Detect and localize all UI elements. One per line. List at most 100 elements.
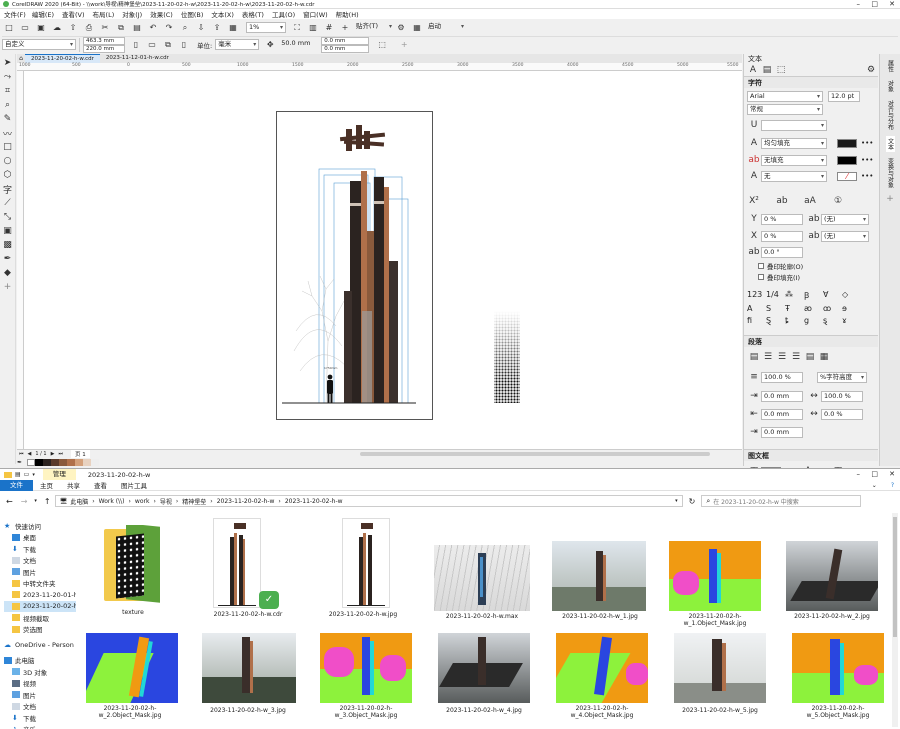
frame-section-header[interactable]: 图文框 xyxy=(744,449,878,461)
ribbon-tab-picture-tools[interactable]: 图片工具 xyxy=(114,480,154,490)
fill-color-swatch[interactable] xyxy=(837,139,857,148)
crumb[interactable]: 2023-11-20-02-h-w xyxy=(217,498,275,505)
file-tile[interactable]: 2023-11-20-02-h-w_3.jpg xyxy=(198,633,298,729)
file-tile[interactable]: 2023-11-20-02-h-w_5.Object_Mask.jpg xyxy=(788,633,888,729)
frame-icon[interactable]: ⬚ xyxy=(375,38,389,52)
interactive-fill-icon[interactable]: ◆ xyxy=(1,266,15,280)
char-angle-field[interactable]: 0.0 ° xyxy=(761,247,803,258)
opentype-ss-icon[interactable]: ȿ xyxy=(823,316,842,325)
offset-unit-select-2[interactable]: (无) xyxy=(821,231,869,242)
units-select[interactable]: 毫米 xyxy=(215,39,259,50)
menu-file[interactable]: 文件(F) xyxy=(4,9,26,19)
side-tab-objects[interactable]: 对象 xyxy=(886,78,895,94)
rulers-icon[interactable]: ▥ xyxy=(306,21,320,35)
nav-pc-pictures[interactable]: 图片 xyxy=(4,689,76,701)
opentype-cap-icon[interactable]: Ȿ xyxy=(766,316,785,325)
menu-effects[interactable]: 效果(C) xyxy=(150,9,173,19)
minimize-icon[interactable]: – xyxy=(857,0,861,8)
crumb[interactable]: work xyxy=(135,498,150,505)
add-tool-icon[interactable]: + xyxy=(1,280,15,294)
swatch[interactable] xyxy=(43,459,51,466)
nav-pc-downloads[interactable]: ⬇下载 xyxy=(4,712,76,724)
ribbon-tab-file[interactable]: 文件 xyxy=(0,480,33,491)
polygon-tool-icon[interactable]: ⬡ xyxy=(1,168,15,182)
zoom-select[interactable]: 1% xyxy=(246,22,286,33)
menu-layout[interactable]: 布局(L) xyxy=(93,9,115,19)
number-icon[interactable]: ① xyxy=(831,194,845,208)
connector-tool-icon[interactable]: ⤡ xyxy=(1,210,15,224)
align-force-icon[interactable]: ▦ xyxy=(817,350,831,364)
paragraph-section-header[interactable]: 段落 xyxy=(744,335,878,347)
align-justify-icon[interactable]: ▤ xyxy=(803,350,817,364)
side-tab-text[interactable]: 文本 xyxy=(886,136,895,152)
crop-tool-icon[interactable]: ⌗ xyxy=(1,84,15,98)
parallel-dimension-icon[interactable]: ⟋ xyxy=(1,196,15,210)
outline-color-swatch[interactable]: ⁄ xyxy=(837,172,857,181)
eyedropper-palette-icon[interactable]: ✒ xyxy=(17,459,27,466)
ribbon-tab-share[interactable]: 共享 xyxy=(60,480,87,490)
fullscreen-icon[interactable]: ⛶ xyxy=(290,21,304,35)
page-tab[interactable]: 页 1 xyxy=(71,450,90,458)
font-size-field[interactable]: 12.0 pt xyxy=(828,91,860,102)
file-tile[interactable]: 2023-11-20-02-h-w_5.jpg xyxy=(670,633,770,729)
back-icon[interactable]: ← xyxy=(6,497,13,506)
export-icon[interactable]: ⇪ xyxy=(210,21,224,35)
shape-tool-icon[interactable]: ⤳ xyxy=(1,70,15,84)
menu-help[interactable]: 帮助(H) xyxy=(336,9,359,19)
opentype-ordinal-icon[interactable]: ⁂ xyxy=(785,290,804,301)
file-tile[interactable]: 2023-11-20-02-h-w.max xyxy=(430,513,530,623)
word-spacing-field[interactable]: 0.0 % xyxy=(821,409,863,420)
swatch[interactable] xyxy=(67,459,75,466)
swatch[interactable] xyxy=(59,459,67,466)
nav-pictures[interactable]: 图片 xyxy=(4,566,76,578)
search-icon[interactable]: ⌕ xyxy=(178,21,192,35)
crumb[interactable]: 导视 xyxy=(160,497,172,506)
file-tile[interactable]: 2023-11-20-02-h-w.jpg xyxy=(320,513,406,623)
explorer-close-icon[interactable]: ✕ xyxy=(889,470,895,478)
file-tile[interactable]: texture xyxy=(90,513,176,623)
menu-text[interactable]: 文本(X) xyxy=(211,9,234,19)
crumb[interactable]: Work (\\) xyxy=(99,498,125,505)
more-options-icon[interactable]: ••• xyxy=(861,172,873,180)
drop-shadow-icon[interactable]: ▣ xyxy=(1,224,15,238)
color-palette[interactable]: ✒ xyxy=(17,458,742,467)
indent-left-field[interactable]: 0.0 mm xyxy=(761,391,803,402)
line-spacing-field[interactable]: 100.0 % xyxy=(761,372,803,383)
side-tab-properties[interactable]: 属性 xyxy=(886,58,895,74)
forward-icon[interactable]: → xyxy=(21,497,28,506)
case-icon[interactable]: aA xyxy=(803,194,817,208)
transparency-icon[interactable]: ▩ xyxy=(1,238,15,252)
next-page-icon[interactable]: ▶ xyxy=(51,451,55,457)
options-gear-icon[interactable]: ⚙ xyxy=(394,21,408,35)
maximize-icon[interactable]: □ xyxy=(871,0,878,8)
more-options-icon[interactable]: ••• xyxy=(861,139,873,147)
align-center-icon[interactable]: ☰ xyxy=(775,350,789,364)
swatch[interactable] xyxy=(75,459,83,466)
side-tab-add-icon[interactable]: + xyxy=(886,194,894,204)
breadcrumb[interactable]: 🖥 此电脑› Work (\\)› work› 导视› 精神堡垒› 2023-1… xyxy=(55,495,683,507)
landscape-icon[interactable]: ▭ xyxy=(145,38,159,52)
crumb[interactable]: 2023-11-20-02-h-w xyxy=(285,498,343,505)
opentype-a-icon[interactable]: A xyxy=(747,304,766,313)
swatch-none[interactable] xyxy=(27,459,35,466)
horizontal-scrollbar[interactable] xyxy=(360,452,710,456)
ribbon-expand-icon[interactable]: ⌄ xyxy=(872,482,877,489)
crumb[interactable]: 精神堡垒 xyxy=(182,497,206,506)
page-width-field[interactable]: 463.3 mm xyxy=(83,37,125,45)
explorer-maximize-icon[interactable]: □ xyxy=(871,470,878,478)
search-box[interactable]: ⌕ 在 2023-11-20-02-h-w 中搜索 xyxy=(701,495,861,507)
opentype-lig-icon[interactable]: ꜵ xyxy=(804,304,823,313)
font-select[interactable]: Arial xyxy=(747,91,823,102)
new-document-icon[interactable]: □ xyxy=(2,21,16,35)
prev-page-icon[interactable]: ◀ xyxy=(28,451,32,457)
opentype-ct-icon[interactable]: ꝏ xyxy=(823,304,842,313)
crumb[interactable]: 此电脑 xyxy=(70,497,88,506)
artistic-media-icon[interactable]: 〰 xyxy=(1,126,15,140)
opentype-more-icon[interactable]: ◇ xyxy=(842,290,861,301)
menu-bitmaps[interactable]: 位图(B) xyxy=(181,9,204,19)
redo-icon[interactable]: ↷ xyxy=(162,21,176,35)
pick-tool-icon[interactable]: ➤ xyxy=(1,56,15,70)
address-dropdown-icon[interactable]: ▾ xyxy=(675,498,678,504)
file-tile[interactable]: 2023-11-20-02-h-w_1.jpg xyxy=(550,513,650,623)
save-icon[interactable]: ▣ xyxy=(34,21,48,35)
